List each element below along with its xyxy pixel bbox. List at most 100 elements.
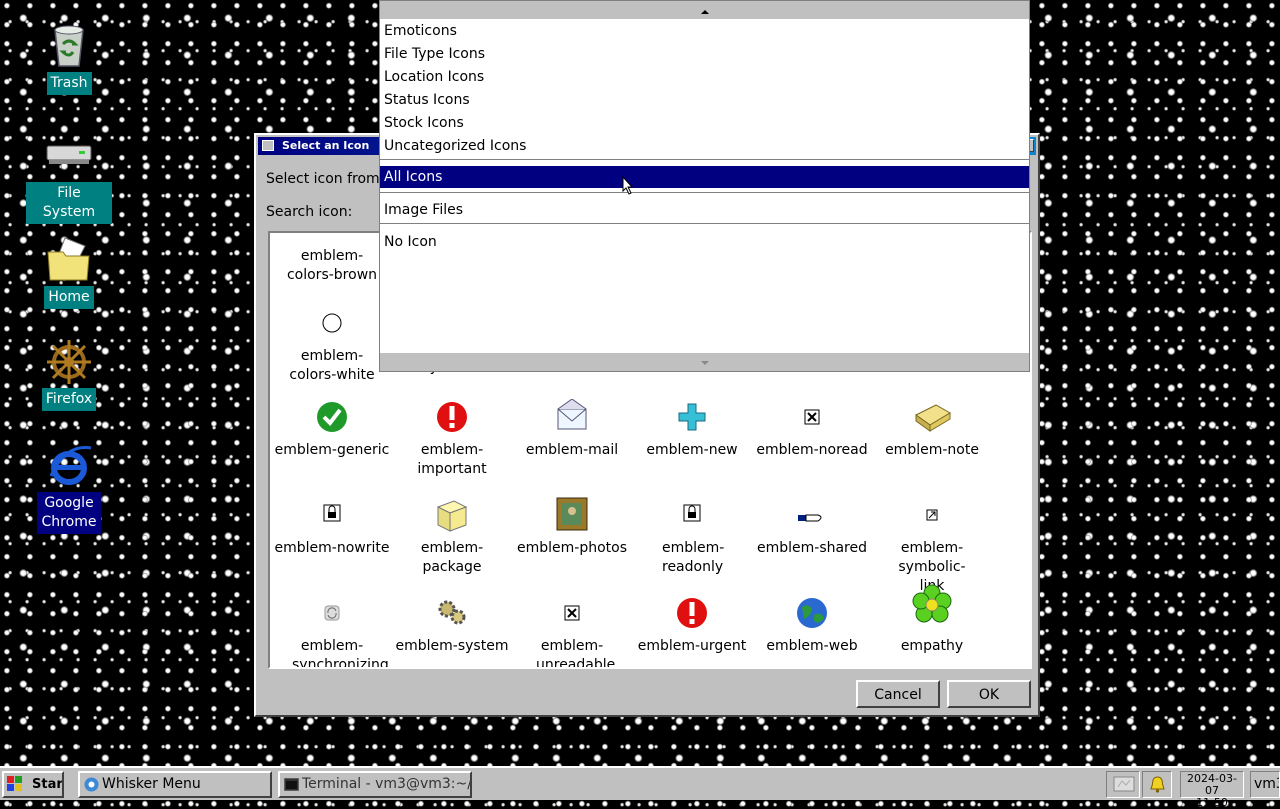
plus-icon	[632, 399, 752, 435]
icon-label: emblem-colors-white	[289, 348, 375, 383]
icon-label: emblem-mail	[525, 442, 619, 458]
icon-label: emblem-photos	[516, 540, 627, 556]
sync-icon	[272, 595, 392, 631]
trash-icon	[45, 22, 93, 70]
icon-cell[interactable]: emblem-note	[872, 399, 992, 460]
icon-cell[interactable]: emblem-generic	[272, 399, 392, 460]
network-icon[interactable]	[1113, 776, 1135, 793]
clock[interactable]: 2024-03-07 11:50	[1180, 771, 1244, 809]
dropdown-item-selected[interactable]: All Icons	[380, 166, 1029, 188]
folder-icon	[45, 236, 93, 284]
desktop-icon-label: Google Chrome	[37, 492, 101, 534]
globe-icon	[752, 595, 872, 631]
icon-cell[interactable]: emblem-web	[752, 595, 872, 656]
desktop-icon-google-chrome[interactable]: Google Chrome	[26, 442, 112, 534]
x-box-icon	[512, 595, 632, 631]
dropdown-item[interactable]: Uncategorized Icons	[384, 138, 526, 154]
desktop-icon-home[interactable]: Home	[26, 236, 112, 309]
gears-icon	[392, 595, 512, 631]
scroll-down-button[interactable]	[380, 353, 1029, 371]
desktop-icon-file-system[interactable]: File System	[26, 132, 112, 224]
icon-cell[interactable]: emblem-mail	[512, 398, 632, 460]
icon-label: emblem-important	[417, 442, 487, 477]
dropdown-item[interactable]: Location Icons	[384, 69, 484, 85]
dropdown-separator	[380, 159, 1029, 161]
dropdown-item-label: All Icons	[384, 169, 443, 185]
icon-label: emblem-generic	[274, 442, 390, 458]
icon-cell[interactable]: emblem-shared	[752, 497, 872, 558]
dropdown-item[interactable]: File Type Icons	[384, 46, 485, 62]
task-label: Whisker Menu	[102, 776, 201, 792]
scroll-up-button[interactable]	[380, 1, 1029, 19]
start-label: Start	[32, 777, 63, 792]
icon-cell[interactable]: empathy	[872, 584, 992, 656]
dropdown-item[interactable]: Image Files	[384, 202, 463, 218]
icon-label: emblem-unreadable	[536, 638, 616, 669]
note-icon	[872, 399, 992, 435]
select-from-label: Select icon from:	[266, 171, 385, 187]
task-whisker-menu[interactable]: Whisker Menu	[78, 771, 272, 798]
lock-icon	[632, 497, 752, 533]
icon-cell[interactable]: emblem-symbolic-link	[872, 497, 992, 596]
green-check-icon	[272, 399, 392, 435]
dropdown-item[interactable]: Status Icons	[384, 92, 470, 108]
desktop-icon-label: Trash	[46, 72, 92, 95]
task-terminal[interactable]: Terminal - vm3@vm3:~/D...	[278, 771, 472, 798]
cancel-button[interactable]: Cancel	[856, 680, 940, 708]
icon-cell[interactable]: emblem-system	[392, 595, 512, 656]
icon-cell[interactable]: emblem-noread	[752, 399, 872, 460]
dropdown-item[interactable]: Emoticons	[384, 23, 457, 39]
icon-cell[interactable]: emblem-nowrite	[272, 497, 392, 558]
tray-area	[1106, 771, 1140, 798]
icon-label: empathy	[900, 638, 964, 654]
icon-cell[interactable]: emblem-synchronizing	[272, 595, 392, 667]
icon-cell[interactable]: emblem-new	[632, 399, 752, 460]
firefox-icon	[45, 338, 93, 386]
mouse-pointer-icon	[622, 176, 634, 195]
red-exclamation-icon	[632, 595, 752, 631]
dropdown-item[interactable]: Stock Icons	[384, 115, 464, 131]
dropdown-item[interactable]: No Icon	[384, 234, 437, 250]
bell-icon[interactable]	[1149, 776, 1166, 793]
icon-label: emblem-noread	[756, 442, 868, 458]
icon-cell[interactable]: emblem-readonly	[632, 497, 752, 577]
terminal-icon	[284, 778, 299, 791]
window-icon	[262, 140, 274, 151]
icon-category-dropdown[interactable]: Emoticons File Type Icons Location Icons…	[379, 0, 1030, 372]
taskbar: Start Whisker Menu Terminal - vm3@vm3:~/…	[0, 766, 1280, 809]
icon-cell[interactable]: emblem-package	[392, 497, 512, 577]
dialog-title: Select an Icon	[282, 139, 370, 152]
ok-button[interactable]: OK	[947, 680, 1031, 708]
desktop-icon-label: Home	[44, 286, 94, 309]
start-button[interactable]: Start	[2, 771, 64, 798]
icon-cell[interactable]: emblem-important	[392, 399, 512, 479]
white-circle-icon	[272, 305, 392, 341]
icon-label: emblem-package	[420, 540, 484, 575]
icon-cell[interactable]: emblem-photos	[512, 497, 632, 558]
icon-label: emblem-colors-brown	[286, 248, 378, 283]
drive-icon	[45, 132, 93, 180]
icon-label: emblem-urgent	[637, 638, 747, 654]
lock-icon	[272, 497, 392, 533]
clock-date: 2024-03-07	[1187, 772, 1237, 797]
link-arrow-icon	[872, 497, 992, 533]
icon-label: emblem-nowrite	[274, 540, 390, 556]
picture-frame-icon	[512, 497, 632, 533]
clock-time: 11:50	[1196, 796, 1228, 809]
icon-label: emblem-readonly	[662, 540, 725, 575]
task-label: Terminal - vm3@vm3:~/D...	[302, 776, 472, 792]
icon-cell[interactable]: emblem-unreadable	[512, 595, 632, 669]
desktop-icon-firefox[interactable]: Firefox	[26, 338, 112, 411]
icon-cell[interactable]: emblem-colors-white	[272, 305, 392, 385]
icon-label: emblem-web	[766, 638, 858, 654]
internet-explorer-icon	[45, 442, 93, 490]
envelope-icon	[512, 398, 632, 435]
notification-area	[1142, 771, 1172, 798]
x-box-icon	[752, 399, 872, 435]
icon-cell[interactable]: emblem-colors-brown	[272, 247, 392, 285]
icon-cell[interactable]: emblem-urgent	[632, 595, 752, 656]
icon-label: emblem-shared	[756, 540, 868, 556]
user-indicator[interactable]: vm3	[1250, 771, 1280, 798]
dropdown-separator	[380, 223, 1029, 225]
desktop-icon-trash[interactable]: Trash	[26, 22, 112, 95]
